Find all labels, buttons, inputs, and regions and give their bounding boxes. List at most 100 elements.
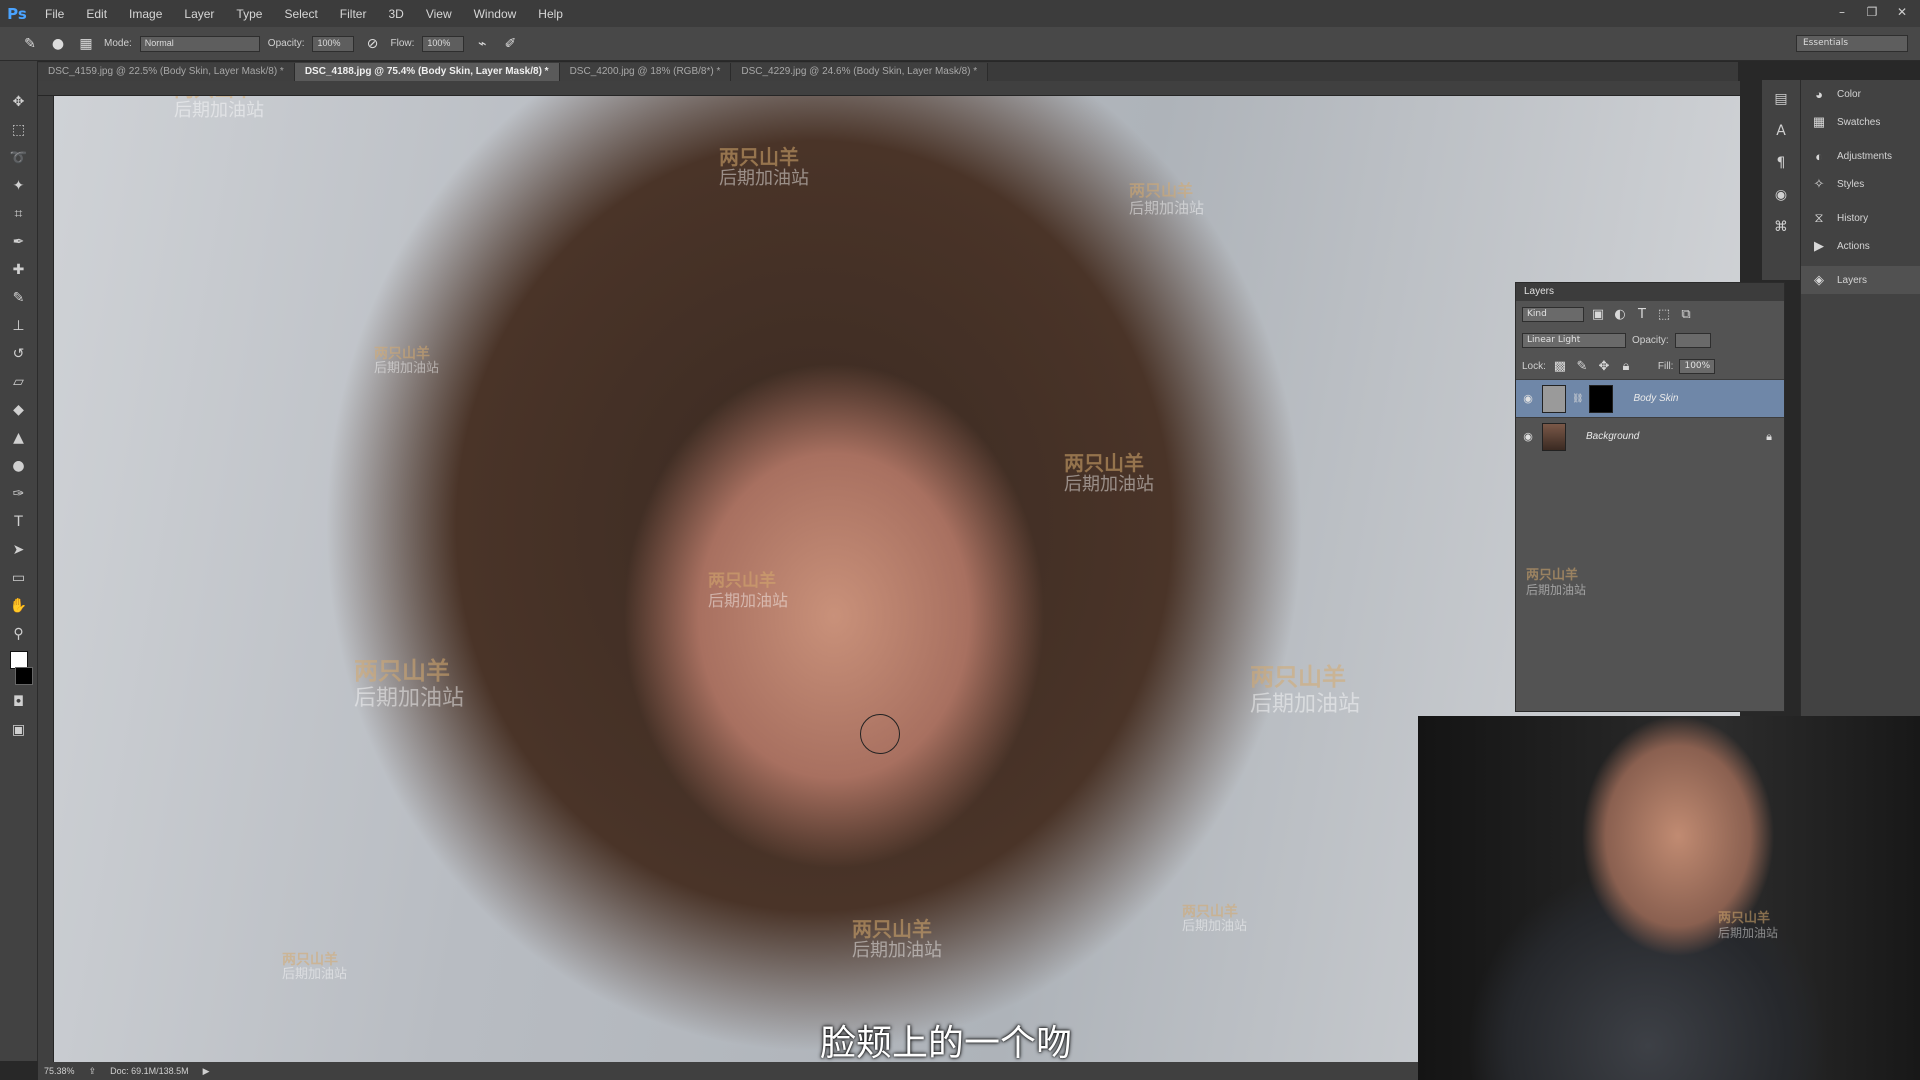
path-select-tool-icon[interactable]: ➤ xyxy=(6,539,32,561)
panel-styles[interactable]: ✧ Styles xyxy=(1801,170,1920,198)
menu-file[interactable]: File xyxy=(34,7,75,21)
type-tool-icon[interactable]: T xyxy=(6,511,32,533)
visibility-eye-icon[interactable]: ◉ xyxy=(1520,392,1536,405)
layer-mask-thumbnail[interactable] xyxy=(1589,384,1614,413)
tab-dsc-4159[interactable]: DSC_4159.jpg @ 22.5% (Body Skin, Layer M… xyxy=(38,63,295,81)
fill-input[interactable]: 100% xyxy=(1679,358,1716,374)
chain-link-icon[interactable]: ⛓ xyxy=(1572,394,1583,404)
eyedropper-tool-icon[interactable]: ✒ xyxy=(6,231,32,253)
swatches-grid-icon: ▦ xyxy=(1812,114,1826,129)
lock-all-icon[interactable]: 🔒︎ xyxy=(1618,359,1634,374)
pressure-opacity-icon[interactable]: ⊘ xyxy=(362,34,382,54)
paragraph-panel-icon[interactable]: ¶ xyxy=(1768,152,1794,174)
layer-row-body-skin[interactable]: ◉ ⛓ Body Skin xyxy=(1516,379,1784,417)
background-color-swatch[interactable] xyxy=(14,667,33,685)
ruler-vertical[interactable] xyxy=(38,96,54,1062)
layer-row-background[interactable]: ◉ Background 🔒︎ xyxy=(1516,417,1784,455)
brush-presets-icon[interactable]: ◉ xyxy=(1768,184,1794,206)
airbrush-icon[interactable]: ⌁ xyxy=(472,34,492,54)
pen-tool-icon[interactable]: ✑ xyxy=(6,483,32,505)
menu-layer[interactable]: Layer xyxy=(173,7,225,21)
ruler-horizontal[interactable] xyxy=(38,81,1740,96)
menu-edit[interactable]: Edit xyxy=(75,7,118,21)
dodge-tool-icon[interactable]: ● xyxy=(6,455,32,477)
tab-dsc-4200[interactable]: DSC_4200.jpg @ 18% (RGB/8*) * xyxy=(559,63,732,81)
panel-history[interactable]: ⧖ History xyxy=(1801,204,1920,232)
character-panel-icon[interactable]: A xyxy=(1768,120,1794,142)
mode-label: Mode: xyxy=(104,38,132,49)
status-menu-arrow-icon[interactable]: ▶ xyxy=(203,1066,210,1077)
brush-preset-icon[interactable]: ● xyxy=(48,34,68,54)
export-icon[interactable]: ⇪ xyxy=(89,1066,97,1077)
crop-tool-icon[interactable]: ⌗ xyxy=(6,203,32,225)
hand-tool-icon[interactable]: ✋ xyxy=(6,595,32,617)
menu-filter[interactable]: Filter xyxy=(329,7,378,21)
panel-dock: ◕ Color ▦ Swatches ◐ Adjustments ✧ Style… xyxy=(1800,80,1920,720)
watermark-line1: 两只山羊 xyxy=(1718,911,1771,926)
healing-brush-tool-icon[interactable]: ✚ xyxy=(6,259,32,281)
brush-tool-icon[interactable]: ✎ xyxy=(6,287,32,309)
zoom-tool-icon[interactable]: ⚲ xyxy=(6,623,32,645)
blend-mode-select[interactable]: Linear Light xyxy=(1522,332,1626,348)
layers-panel: Layers Kind ▣ ◐ T ⬚ ⧉ Linear Light Opaci… xyxy=(1515,282,1785,712)
close-button[interactable]: ✕ xyxy=(1890,3,1914,21)
menu-view[interactable]: View xyxy=(415,7,463,21)
menu-help[interactable]: Help xyxy=(527,7,574,21)
clone-source-icon[interactable]: ⌘ xyxy=(1768,216,1794,238)
panel-adjustments-label: Adjustments xyxy=(1837,150,1893,162)
info-panel-icon[interactable]: ▤ xyxy=(1768,88,1794,110)
panel-swatches[interactable]: ▦ Swatches xyxy=(1801,108,1920,136)
lock-transparent-icon[interactable]: ▩ xyxy=(1552,359,1568,374)
watermark-line1: 两只山羊 xyxy=(1182,904,1238,920)
restore-button[interactable]: ❐ xyxy=(1860,3,1884,21)
photoshop-logo: Ps xyxy=(7,4,27,23)
menu-image[interactable]: Image xyxy=(118,7,173,21)
menu-type[interactable]: Type xyxy=(225,7,273,21)
layer-opacity-input[interactable] xyxy=(1674,332,1711,348)
history-brush-tool-icon[interactable]: ↺ xyxy=(6,343,32,365)
history-icon: ⧖ xyxy=(1814,210,1824,225)
workspace-select[interactable]: Essentials xyxy=(1796,35,1908,52)
visibility-eye-icon[interactable]: ◉ xyxy=(1520,430,1536,443)
lock-label: Lock: xyxy=(1522,360,1546,372)
menu-select[interactable]: Select xyxy=(273,7,328,21)
brush-tool-icon[interactable]: ✎ xyxy=(20,34,40,54)
mode-select[interactable]: Normal xyxy=(139,35,260,52)
filter-shape-icon[interactable]: ⬚ xyxy=(1656,307,1672,322)
minimize-button[interactable]: – xyxy=(1830,3,1854,21)
watermark-line2: 后期加油站 xyxy=(1064,474,1154,495)
blur-tool-icon[interactable]: ▲ xyxy=(6,427,32,449)
screen-mode-icon[interactable]: ▣ xyxy=(6,719,32,741)
filter-adjustment-icon[interactable]: ◐ xyxy=(1612,307,1628,322)
clone-stamp-tool-icon[interactable]: ⊥ xyxy=(6,315,32,337)
quick-mask-icon[interactable]: ◘ xyxy=(6,691,32,713)
paint-bucket-tool-icon[interactable]: ◆ xyxy=(6,399,32,421)
watermark-line1: 两只山羊 xyxy=(708,571,776,591)
panel-color[interactable]: ◕ Color xyxy=(1801,80,1920,108)
filter-type-icon[interactable]: T xyxy=(1634,307,1650,322)
lock-pixels-icon[interactable]: ✎ xyxy=(1574,359,1590,374)
opacity-input[interactable]: 100% xyxy=(312,35,355,52)
filter-smart-object-icon[interactable]: ⧉ xyxy=(1678,307,1694,322)
panel-actions[interactable]: ▶ Actions xyxy=(1801,232,1920,260)
menu-3d[interactable]: 3D xyxy=(377,7,414,21)
menu-window[interactable]: Window xyxy=(463,7,528,21)
rectangle-tool-icon[interactable]: ▭ xyxy=(6,567,32,589)
tab-dsc-4188[interactable]: DSC_4188.jpg @ 75.4% (Body Skin, Layer M… xyxy=(294,63,560,81)
pressure-size-icon[interactable]: ✐ xyxy=(500,34,520,54)
marquee-tool-icon[interactable]: ⬚ xyxy=(6,119,32,141)
layer-filter-kind-select[interactable]: Kind xyxy=(1522,306,1584,322)
eraser-tool-icon[interactable]: ▱ xyxy=(6,371,32,393)
tab-dsc-4229[interactable]: DSC_4229.jpg @ 24.6% (Body Skin, Layer M… xyxy=(731,63,989,81)
lock-position-icon[interactable]: ✥ xyxy=(1596,359,1612,374)
panel-adjustments[interactable]: ◐ Adjustments xyxy=(1801,142,1920,170)
filter-pixel-icon[interactable]: ▣ xyxy=(1590,307,1606,322)
panel-history-label: History xyxy=(1837,212,1869,224)
flow-input[interactable]: 100% xyxy=(422,35,465,52)
move-tool-icon[interactable]: ✥ xyxy=(6,91,32,113)
lasso-tool-icon[interactable]: ➰ xyxy=(6,147,32,169)
zoom-level[interactable]: 75.38% xyxy=(44,1066,75,1076)
panel-layers[interactable]: ◈ Layers xyxy=(1801,266,1920,294)
quick-select-tool-icon[interactable]: ✦ xyxy=(6,175,32,197)
brush-panel-icon[interactable]: ▦ xyxy=(76,34,96,54)
